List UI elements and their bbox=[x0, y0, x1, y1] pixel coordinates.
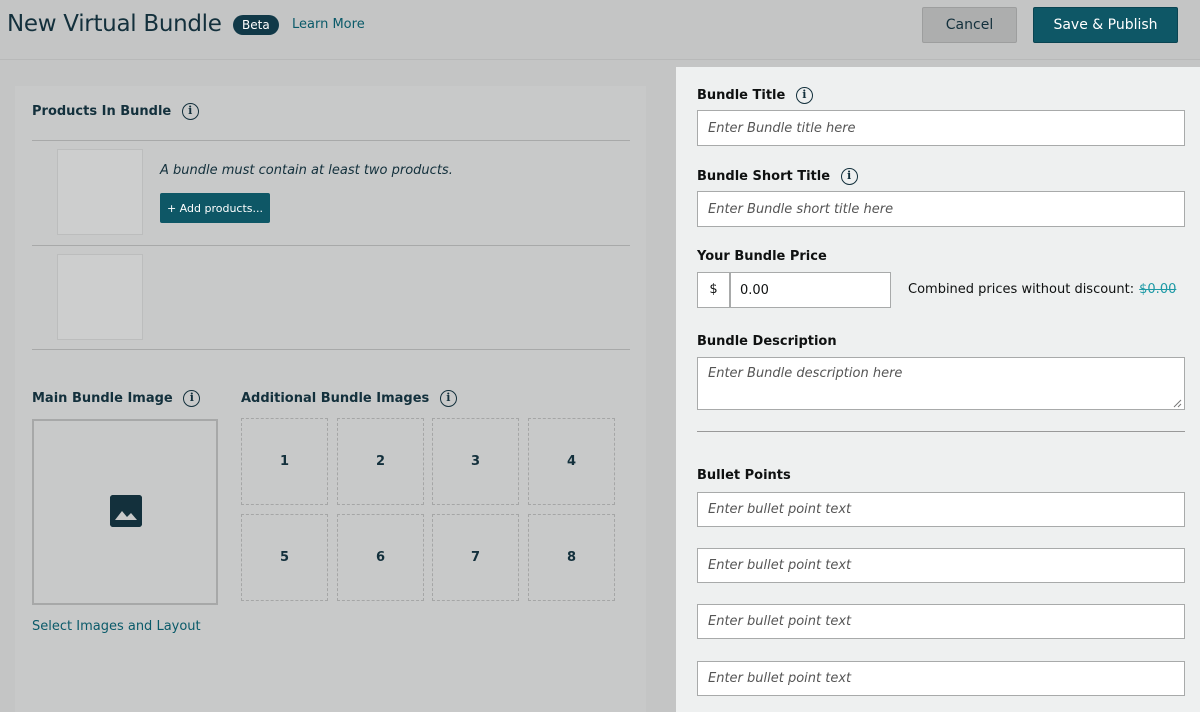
bullet-point-input-3[interactable] bbox=[697, 604, 1185, 639]
products-in-bundle-heading: Products In Bundle i bbox=[32, 103, 199, 120]
save-publish-button[interactable]: Save & Publish bbox=[1033, 7, 1178, 43]
bundle-price-input[interactable] bbox=[730, 272, 891, 308]
info-icon[interactable]: i bbox=[840, 168, 858, 185]
cancel-button[interactable]: Cancel bbox=[922, 7, 1017, 43]
image-slot-7[interactable]: 7 bbox=[432, 514, 519, 601]
bullet-point-input-2[interactable] bbox=[697, 548, 1185, 583]
image-slot-4[interactable]: 4 bbox=[528, 418, 615, 505]
bundle-title-label: Bundle Title bbox=[697, 88, 786, 103]
bullet-point-input-1[interactable] bbox=[697, 492, 1185, 527]
divider bbox=[697, 431, 1185, 432]
image-slot-6[interactable]: 6 bbox=[337, 514, 424, 601]
additional-bundle-images-label: Additional Bundle Images bbox=[241, 391, 430, 406]
select-images-layout-link[interactable]: Select Images and Layout bbox=[32, 619, 201, 634]
bundle-title-input[interactable] bbox=[697, 110, 1185, 146]
image-icon bbox=[110, 495, 142, 527]
products-in-bundle-label: Products In Bundle bbox=[32, 104, 172, 119]
currency-symbol: $ bbox=[697, 272, 730, 308]
resize-grip-icon[interactable] bbox=[1173, 399, 1182, 408]
bundle-price-label: Your Bundle Price bbox=[697, 249, 827, 264]
info-icon[interactable]: i bbox=[439, 390, 457, 407]
page-title: New Virtual Bundle bbox=[7, 11, 222, 37]
info-icon[interactable]: i bbox=[183, 390, 201, 407]
bundle-short-title-input[interactable] bbox=[697, 191, 1185, 227]
image-slot-5[interactable]: 5 bbox=[241, 514, 328, 601]
bullet-points-label: Bullet Points bbox=[697, 468, 791, 483]
divider bbox=[32, 349, 630, 350]
main-image-dropzone[interactable] bbox=[32, 419, 218, 605]
combined-price-label: Combined prices without discount: bbox=[908, 282, 1135, 297]
combined-price-info: Combined prices without discount: $0.00 bbox=[908, 282, 1176, 297]
divider bbox=[32, 245, 630, 246]
add-products-button[interactable]: + Add products... bbox=[160, 193, 270, 223]
info-icon[interactable]: i bbox=[181, 103, 199, 120]
additional-bundle-images-heading: Additional Bundle Images i bbox=[241, 390, 457, 407]
bundle-title-heading: Bundle Title i bbox=[697, 87, 813, 104]
product-slot-1[interactable] bbox=[57, 149, 143, 235]
bullet-point-input-4[interactable] bbox=[697, 661, 1185, 696]
combined-price-value: $0.00 bbox=[1139, 282, 1177, 297]
product-slot-2[interactable] bbox=[57, 254, 143, 340]
bundle-short-title-label: Bundle Short Title bbox=[697, 169, 831, 184]
image-slot-2[interactable]: 2 bbox=[337, 418, 424, 505]
image-slot-8[interactable]: 8 bbox=[528, 514, 615, 601]
bundle-note: A bundle must contain at least two produ… bbox=[160, 163, 453, 178]
info-icon[interactable]: i bbox=[795, 87, 813, 104]
main-bundle-image-label: Main Bundle Image bbox=[32, 391, 173, 406]
header-bar: New Virtual Bundle Beta Learn More Cance… bbox=[0, 0, 1200, 60]
bundle-description-textarea[interactable] bbox=[697, 357, 1185, 410]
image-slot-1[interactable]: 1 bbox=[241, 418, 328, 505]
bundle-description-label: Bundle Description bbox=[697, 334, 837, 349]
right-panel: Bundle Title i Bundle Short Title i Your… bbox=[676, 67, 1200, 712]
main-bundle-image-heading: Main Bundle Image i bbox=[32, 390, 201, 407]
divider bbox=[32, 140, 630, 141]
learn-more-link[interactable]: Learn More bbox=[292, 17, 365, 32]
beta-badge: Beta bbox=[233, 15, 279, 35]
image-slot-3[interactable]: 3 bbox=[432, 418, 519, 505]
bundle-short-title-heading: Bundle Short Title i bbox=[697, 168, 858, 185]
